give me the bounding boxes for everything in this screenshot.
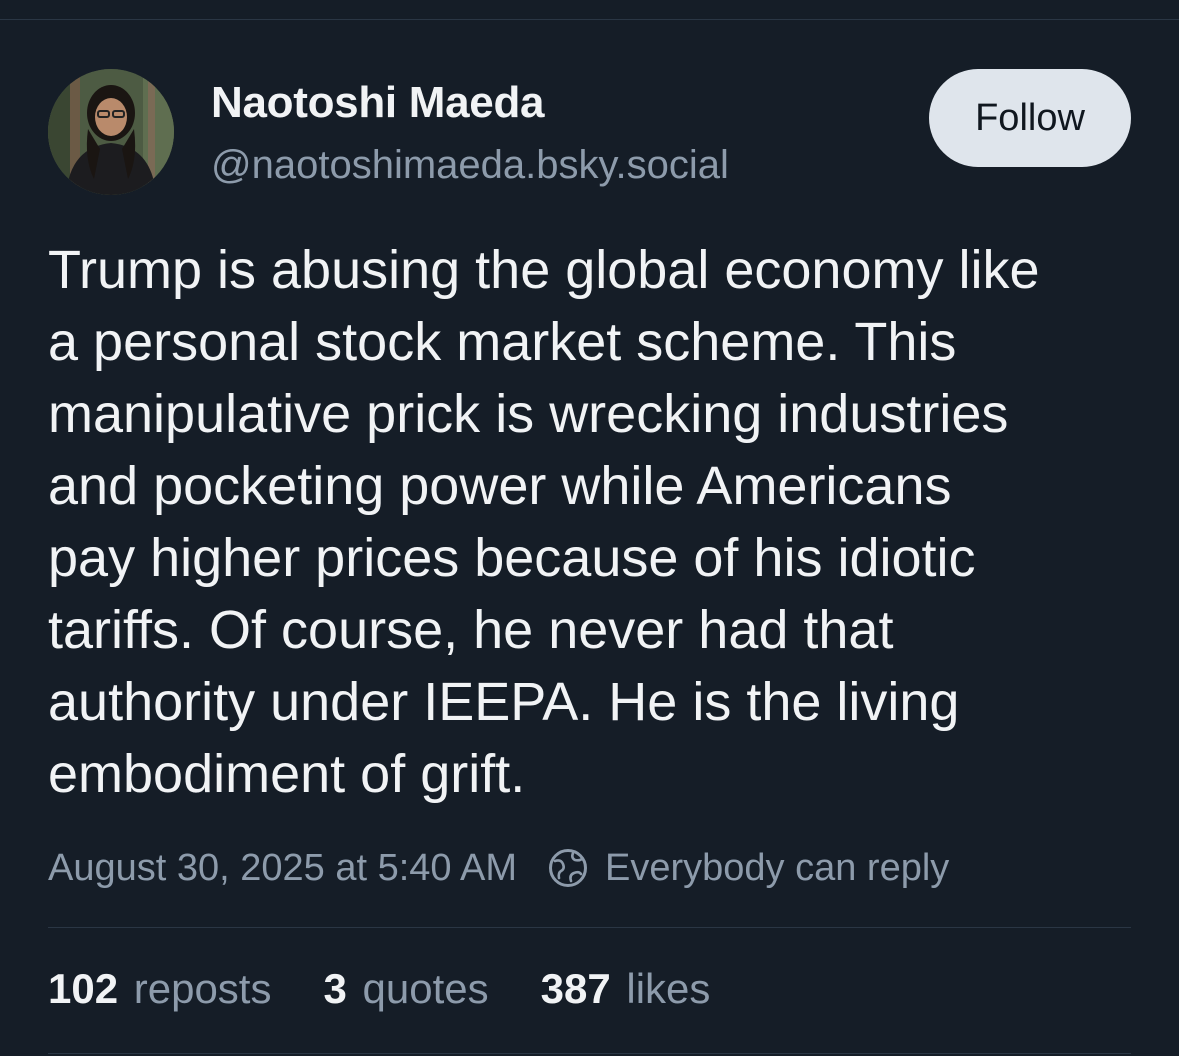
post-text-line: Trump is abusing the global economy like <box>48 240 1040 300</box>
author-handle[interactable]: @naotoshimaeda.bsky.social <box>211 143 729 188</box>
post-text-line: embodiment of grift. <box>48 744 526 804</box>
reposts-count: 102 <box>48 965 119 1012</box>
reply-setting[interactable]: Everybody can reply <box>547 847 949 890</box>
reply-setting-label: Everybody can reply <box>605 846 950 889</box>
follow-button[interactable]: Follow <box>929 69 1131 167</box>
likes-stat[interactable]: 387 likes <box>541 965 711 1013</box>
likes-label: likes <box>626 965 711 1012</box>
reposts-label: reposts <box>133 965 272 1012</box>
quotes-count: 3 <box>323 965 347 1012</box>
author-display-name[interactable]: Naotoshi Maeda <box>211 78 545 128</box>
bottom-divider <box>48 1053 1131 1054</box>
likes-count: 387 <box>540 965 611 1012</box>
post-text-line: authority under IEEPA. He is the living <box>48 672 960 732</box>
avatar-photo-icon <box>48 69 174 195</box>
quotes-label: quotes <box>362 965 489 1012</box>
top-divider <box>0 19 1179 20</box>
quotes-stat[interactable]: 3 quotes <box>323 965 488 1013</box>
post-text-line: tariffs. Of course, he never had that <box>48 600 894 660</box>
post-timestamp: August 30, 2025 at 5:40 AM <box>48 846 518 889</box>
engagement-stats: 102 reposts 3 quotes 387 likes <box>48 965 762 1013</box>
post-text-line: a personal stock market scheme. This <box>48 312 957 372</box>
post-text: Trump is abusing the global economy like… <box>48 234 1138 810</box>
reposts-stat[interactable]: 102 reposts <box>48 965 271 1013</box>
globe-icon <box>547 847 589 889</box>
post-text-line: manipulative prick is wrecking industrie… <box>48 384 1009 444</box>
post-text-line: and pocketing power while Americans <box>48 456 952 516</box>
post-meta: August 30, 2025 at 5:40 AM Everybody can… <box>48 842 949 894</box>
post-text-line: pay higher prices because of his idiotic <box>48 528 976 588</box>
avatar[interactable] <box>48 69 174 195</box>
stats-divider <box>48 927 1131 928</box>
